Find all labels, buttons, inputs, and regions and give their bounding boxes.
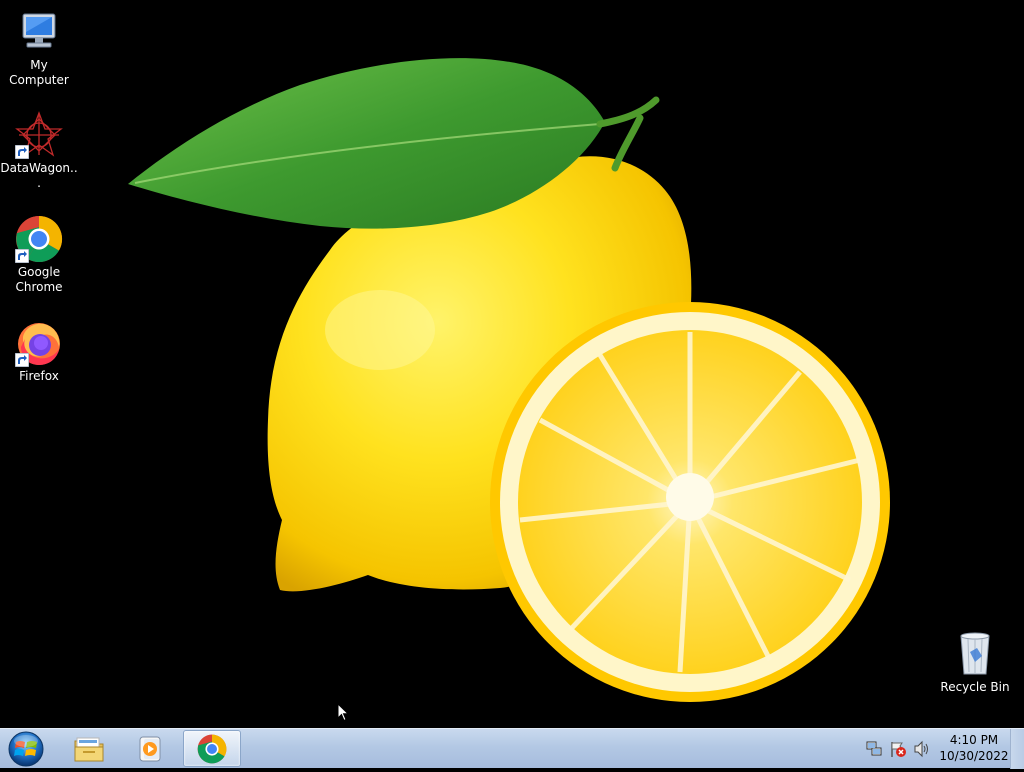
datawagon-icon [15,111,63,159]
computer-icon [15,8,63,56]
google-chrome-desktop-icon[interactable]: Google Chrome [0,215,78,295]
my-computer-desktop-icon[interactable]: My Computer [0,8,78,88]
lemon-wallpaper [0,0,1024,728]
firefox-desktop-icon[interactable]: Firefox [0,319,78,384]
media-player-icon [139,736,161,761]
datawagon-desktop-icon[interactable]: DataWagon... [0,111,78,191]
chrome-icon [15,215,63,263]
shortcut-arrow-icon [15,145,29,159]
firefox-icon [15,319,63,367]
desktop-icon-label: DataWagon... [0,161,78,190]
desktop-icon-label: Recycle Bin [940,680,1010,694]
taskbar-media-player-button[interactable] [121,730,179,767]
desktop-icon-label: Firefox [19,369,59,383]
start-button[interactable] [3,730,49,768]
system-clock[interactable]: 4:10 PM 10/30/2022 [938,732,1010,764]
shortcut-arrow-icon [15,249,29,263]
desktop-icon-label: Google Chrome [15,265,63,294]
chrome-icon [197,734,227,763]
taskbar-chrome-button[interactable] [183,730,241,767]
volume-icon[interactable] [913,740,931,758]
network-icon[interactable] [865,740,883,758]
clock-time: 4:10 PM [949,733,999,747]
desktop: My Computer DataWagon... Google Chrome F… [0,0,1024,728]
windows-logo-icon [8,731,44,767]
desktop-icon-label: My Computer [9,58,69,87]
mouse-cursor-icon [337,703,349,722]
shortcut-arrow-icon [15,353,29,367]
recycle-bin-icon [951,630,999,678]
taskbar: 4:10 PM 10/30/2022 [0,728,1024,769]
clock-date: 10/30/2022 [939,749,1009,763]
action-center-flag-icon[interactable] [889,740,907,758]
show-desktop-button[interactable] [1010,729,1024,769]
taskbar-file-explorer-button[interactable] [60,730,118,767]
file-explorer-icon [74,737,104,761]
recycle-bin-desktop-icon[interactable]: Recycle Bin [936,630,1014,695]
